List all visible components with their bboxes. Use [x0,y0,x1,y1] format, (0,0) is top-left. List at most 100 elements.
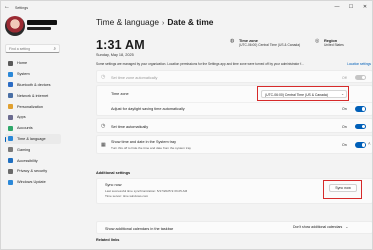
apps-icon [8,114,13,120]
sidebar-item-system[interactable]: System [5,69,61,80]
app-title: Settings [15,5,28,10]
user-profile[interactable] [5,16,61,44]
sidebar-item-apps[interactable]: Apps [5,112,61,123]
sync-label: Sync now [105,183,122,187]
sidebar-item-label: Accessibility [17,158,38,163]
region-summary-value: United States [324,43,344,47]
shield-icon [8,168,13,174]
brush-icon [8,104,13,110]
sidebar-item-label: Network & internet [17,93,49,98]
additional-calendars-value: Don't show additional calendars [293,225,343,229]
sidebar-item-label: Windows Update [17,180,46,185]
search-input[interactable]: Find a setting ⌕ [5,44,60,53]
set-time-auto-label: Set time automatically [111,124,149,129]
sidebar-item-label: Gaming [17,147,31,152]
time-zone-auto-icon: ◷ [101,74,106,80]
managed-notice-text: Some settings are managed by your organi… [96,62,306,66]
bluetooth-icon [8,82,13,88]
sidebar-item-home[interactable]: Home [5,58,61,69]
set-time-zone-auto-state: Off [342,75,347,80]
sidebar-item-accessibility[interactable]: Accessibility [5,155,61,166]
additional-calendars-row: Show additional calendars in the taskbar… [96,221,372,234]
calendar-icon: ▦ [101,142,106,148]
managed-notice: Some settings are managed by your organi… [96,62,372,66]
sync-last-success: Last successful time synchronization: 5/… [105,189,188,193]
sidebar: Find a setting ⌕ Home System Bluetooth & d… [1,14,63,249]
additional-calendars-label: Show additional calendars in the taskbar [105,226,174,231]
sidebar-item-privacy-security[interactable]: Privacy & security [5,166,61,177]
breadcrumb: Time & language › Date & time [96,17,213,27]
set-time-auto-row: ◷ Set time automatically On [96,118,372,133]
page-title: Date & time [167,17,214,27]
close-button[interactable]: ✕ [358,1,372,14]
breadcrumb-parent[interactable]: Time & language [96,17,159,27]
additional-calendars-dropdown[interactable]: Don't show additional calendars ⌄ [293,225,367,232]
system-icon [8,71,13,77]
search-placeholder: Find a setting [9,47,31,51]
settings-window: ← Settings — ☐ ✕ Find a setting ⌕ Home Sy… [0,0,373,250]
breadcrumb-separator: › [162,20,165,27]
sidebar-item-label: Personalization [17,104,43,109]
sidebar-nav: Home System Bluetooth & devices Network & i… [5,58,61,188]
set-time-auto-toggle[interactable] [355,123,366,129]
sync-now-row: Sync now Last successful time synchroniz… [96,178,372,204]
sidebar-item-network-internet[interactable]: Network & internet [5,90,61,101]
globe-icon: ◍ [230,38,235,44]
current-time: 1:31 AM [96,38,145,52]
title-bar: ← Settings — ☐ ✕ [1,1,372,14]
chevron-up-icon[interactable]: ˄ [368,141,371,146]
dst-state: On [342,107,347,111]
main-content: Time & language › Date & time 1:31 AM Sund… [93,14,372,249]
set-time-auto-state: On [342,124,347,129]
sync-time-server: Time server: time.windows.com [105,194,149,198]
systray-state: On [342,143,347,147]
chevron-down-icon: ⌄ [345,225,349,229]
time-zone-summary-value: (UTC-06:00) Central Time (US & Canada) [239,43,301,47]
region-icon: ◎ [315,38,320,44]
dst-toggle[interactable] [355,106,366,112]
minimize-button[interactable]: — [330,1,344,14]
accessibility-icon [8,158,13,164]
avatar [5,16,25,36]
globe-clock-icon [8,136,13,142]
sidebar-item-label: Apps [17,115,26,120]
highlight-box-time-zone [257,86,349,101]
sidebar-item-label: Accounts [17,126,33,131]
systray-sub: Turn this off to hide the time and date … [111,146,191,150]
sidebar-item-windows-update[interactable]: Windows Update [5,177,61,188]
update-icon [8,179,13,185]
sidebar-item-label: Privacy & security [17,169,48,174]
sidebar-item-time-language[interactable]: Time & language [5,133,61,145]
time-zone-label: Time zone [111,92,129,96]
systray-label: Show time and date in the System tray [111,140,177,144]
back-button[interactable]: ← [1,1,13,14]
systray-toggle[interactable] [355,142,366,148]
current-date: Sunday, May 18, 2025 [96,53,134,57]
related-links-heading: Related links [96,238,120,242]
location-settings-link[interactable]: Location settings [347,62,371,66]
set-time-zone-auto-label: Set time zone automatically [111,75,158,80]
sidebar-item-label: Home [17,61,28,66]
sidebar-item-bluetooth-devices[interactable]: Bluetooth & devices [5,80,61,91]
sidebar-item-accounts[interactable]: Accounts [5,123,61,134]
time-zone-card: Time zone (UTC-06:00) Central Time (US &… [96,85,372,116]
accounts-icon [8,125,13,131]
redacted-user-name [27,20,57,25]
set-time-zone-auto-toggle [355,74,366,80]
sidebar-item-label: Bluetooth & devices [17,82,51,87]
window-controls: — ☐ ✕ [330,1,372,14]
dst-label: Adjust for daylight saving time automati… [111,107,185,111]
maximize-button[interactable]: ☐ [344,1,358,14]
redacted-user-email [27,27,51,30]
sync-clock-icon: ◷ [101,123,106,129]
sidebar-item-label: Time & language [17,136,46,141]
highlight-box-sync [323,180,362,199]
search-icon[interactable]: ⌕ [53,46,56,51]
network-icon [8,93,13,99]
divider [111,102,372,103]
home-icon [8,60,13,66]
sidebar-item-gaming[interactable]: Gaming [5,144,61,155]
sidebar-item-label: System [17,72,30,77]
additional-settings-heading: Additional settings [96,171,131,175]
sidebar-item-personalization[interactable]: Personalization [5,101,61,112]
